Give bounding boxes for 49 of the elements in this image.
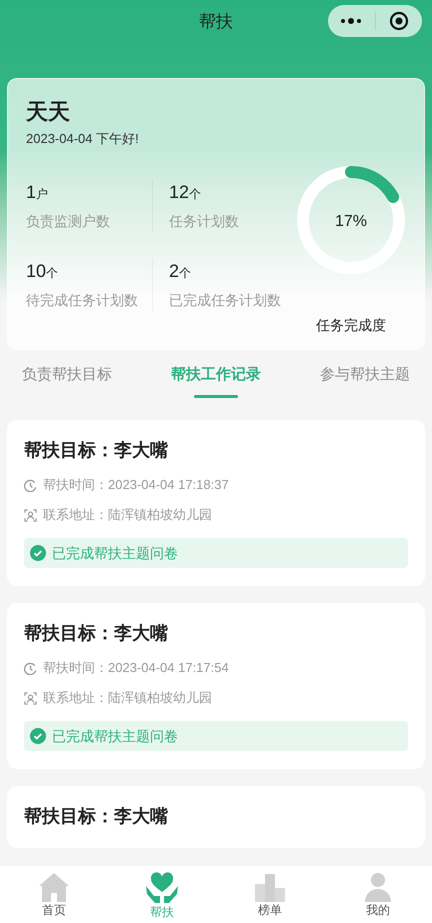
field-label: 联系地址： — [43, 506, 108, 524]
record-card[interactable]: 帮扶目标：李大嘴 — [7, 786, 425, 848]
tab-bar-item[interactable]: 首页 — [0, 866, 108, 923]
record-card[interactable]: 帮扶目标：李大嘴 帮扶时间：2023-04-04 17:17:54 联系地址：陆浑镇柏坡幼儿园 已完成帮扶主题问卷 — [7, 603, 425, 769]
stat-unit: 个 — [179, 264, 192, 282]
field-value: 2023-04-04 17:18:37 — [108, 476, 229, 494]
check-icon — [30, 728, 46, 744]
page-title: 帮扶 — [199, 11, 233, 34]
stat-value: 12 — [169, 180, 190, 204]
field-value: 2023-04-04 17:17:54 — [108, 659, 229, 678]
field-value: 陆浑镇柏坡幼儿园 — [108, 689, 212, 708]
stat-label: 负责监测户数 — [26, 212, 111, 230]
close-icon[interactable] — [389, 11, 409, 31]
clock-icon — [24, 478, 37, 492]
person-icon — [363, 872, 393, 902]
record-title: 帮扶目标：李大嘴 — [24, 622, 169, 645]
clock-icon — [24, 662, 37, 674]
progress-reading: 17% — [334, 213, 368, 230]
stat-label: 已完成任务计划数 — [169, 290, 282, 310]
contact-icon — [24, 692, 37, 704]
greeting: 2023-04-04 下午好! — [26, 130, 140, 148]
stat-unit: 户 — [36, 186, 48, 202]
tab-bar-item[interactable]: 榜单 — [216, 866, 324, 923]
heart-hands-icon — [145, 872, 179, 904]
home-icon — [38, 872, 70, 902]
field-label: 联系地址： — [43, 689, 108, 708]
record-title: 帮扶目标：李大嘴 — [24, 805, 169, 828]
user-name: 天天 — [26, 98, 71, 126]
stat-unit: 个 — [46, 264, 58, 282]
status-text: 已完成帮扶主题问卷 — [52, 544, 178, 562]
stat-value: 10 — [26, 260, 46, 282]
stat-label: 任务计划数 — [169, 212, 240, 230]
stat-unit: 个 — [189, 186, 202, 202]
stat-value: 2 — [169, 260, 180, 282]
stat-label: 待完成任务计划数 — [26, 290, 139, 310]
status-text: 已完成帮扶主题问卷 — [52, 726, 178, 746]
podium-icon — [254, 872, 286, 902]
tab-bar-item[interactable]: 我的 — [324, 866, 432, 923]
stat-value: 1 — [26, 180, 36, 204]
contact-icon — [24, 508, 37, 522]
more-icon[interactable] — [340, 17, 362, 25]
capsule-menu[interactable] — [328, 5, 422, 37]
field-label: 帮扶时间： — [43, 659, 108, 678]
field-value: 陆浑镇柏坡幼儿园 — [108, 506, 212, 524]
field-label: 帮扶时间： — [43, 476, 108, 494]
record-title: 帮扶目标：李大嘴 — [24, 439, 169, 462]
progress-label: 任务完成度 — [316, 316, 386, 335]
record-card[interactable]: 帮扶目标：李大嘴 帮扶时间：2023-04-04 17:18:37 联系地址：陆浑镇柏坡幼儿园 已完成帮扶主题问卷 — [7, 420, 425, 586]
check-icon — [30, 545, 46, 561]
